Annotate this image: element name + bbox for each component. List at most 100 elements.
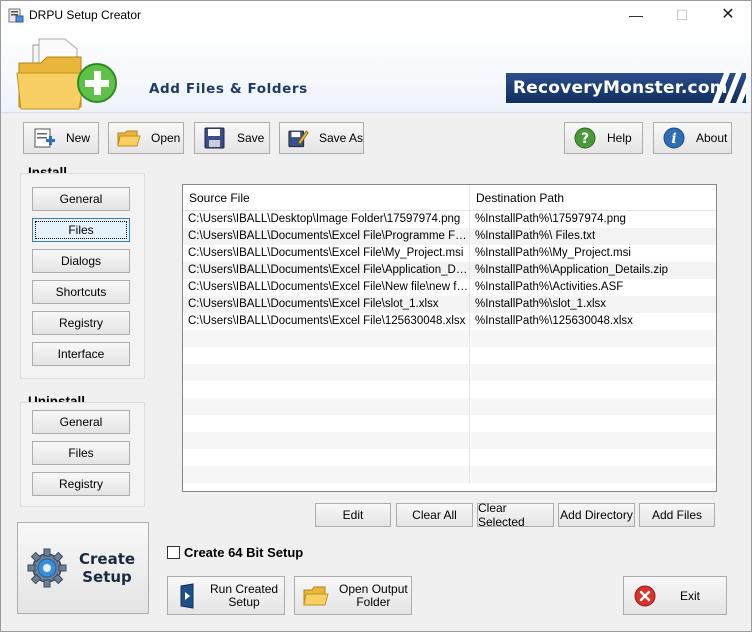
run-created-label-line2: Setup [228, 594, 260, 609]
destination-path-column-header[interactable]: Destination Path [470, 185, 716, 210]
exit-icon [634, 585, 656, 606]
destination-path-cell: %InstallPath%\Activities.ASF [475, 281, 624, 293]
empty-cell [470, 330, 716, 347]
gear-icon [27, 548, 67, 588]
install-shortcuts-button[interactable]: Shortcuts [32, 280, 130, 304]
open-button[interactable]: Open [108, 122, 184, 154]
file-list-rows: C:\Users\IBALL\Desktop\Image Folder\1759… [183, 211, 716, 483]
close-button[interactable]: ✕ [705, 1, 751, 29]
clear-selected-button[interactable]: Clear Selected [477, 501, 554, 529]
add-files-button[interactable]: Add Files [639, 503, 715, 527]
empty-row [183, 432, 716, 449]
add-directory-button[interactable]: Add Directory [558, 503, 635, 527]
install-files-button[interactable]: Files [32, 218, 130, 242]
empty-cell [470, 381, 716, 398]
window-title: DRPU Setup Creator [29, 8, 142, 22]
empty-row [183, 466, 716, 483]
destination-path-cell: %InstallPath%\17597974.png [475, 213, 626, 225]
empty-row [183, 347, 716, 364]
new-button[interactable]: New [23, 122, 99, 154]
empty-cell [470, 432, 716, 449]
save-as-label: Save As [318, 131, 363, 145]
open-output-folder-button[interactable]: Open Output Folder [294, 576, 412, 615]
exit-label: Exit [680, 588, 701, 603]
brand-text: RecoveryMonster.com [513, 78, 728, 98]
source-file-column-header[interactable]: Source File [183, 185, 470, 210]
file-list[interactable]: Source File Destination Path C:\Users\IB… [182, 184, 717, 492]
table-row[interactable]: C:\Users\IBALL\Documents\Excel File\1256… [183, 313, 716, 330]
save-as-button[interactable]: Save As [279, 122, 364, 154]
source-file-cell: C:\Users\IBALL\Documents\Excel File\slot… [183, 296, 470, 313]
run-setup-icon [180, 582, 194, 609]
table-row[interactable]: C:\Users\IBALL\Desktop\Image Folder\1759… [183, 211, 716, 228]
app-icon [8, 8, 24, 23]
run-created-label-line1: Run Created [210, 581, 279, 596]
empty-cell [470, 364, 716, 381]
help-label: Help [607, 131, 632, 145]
run-created-setup-button[interactable]: Run Created Setup [167, 576, 285, 615]
create-setup-button[interactable]: Create Setup [17, 522, 149, 614]
save-disk-icon [204, 127, 225, 149]
info-icon: i [663, 127, 685, 149]
table-row[interactable]: C:\Users\IBALL\Documents\Excel File\slot… [183, 296, 716, 313]
install-interface-button[interactable]: Interface [32, 342, 130, 366]
install-dialogs-button[interactable]: Dialogs [32, 249, 130, 273]
table-row[interactable]: C:\Users\IBALL\Documents\Excel File\Appl… [183, 262, 716, 279]
maximize-button[interactable]: ☐ [659, 1, 705, 29]
brand-logo: RecoveryMonster.com [506, 73, 746, 103]
save-button[interactable]: Save [194, 122, 270, 154]
minimize-button[interactable]: — [613, 1, 659, 29]
empty-cell [183, 449, 470, 466]
empty-row [183, 364, 716, 381]
new-document-icon [34, 128, 55, 148]
install-registry-button[interactable]: Registry [32, 311, 130, 335]
empty-row [183, 398, 716, 415]
source-file-cell: C:\Users\IBALL\Documents\Excel File\1256… [183, 313, 470, 330]
open-folder-icon [117, 130, 141, 147]
create-64bit-label: Create 64 Bit Setup [184, 545, 304, 560]
table-row[interactable]: C:\Users\IBALL\Documents\Excel File\Prog… [183, 228, 716, 245]
exit-button[interactable]: Exit [623, 576, 727, 615]
create-64bit-checkbox[interactable] [167, 546, 180, 559]
open-output-label-line2: Folder [356, 594, 391, 609]
install-general-button[interactable]: General [32, 187, 130, 211]
empty-row [183, 415, 716, 432]
uninstall-files-button[interactable]: Files [32, 441, 130, 465]
save-label: Save [237, 131, 265, 145]
uninstall-general-button[interactable]: General [32, 410, 130, 434]
table-row[interactable]: C:\Users\IBALL\Documents\Excel File\My_P… [183, 245, 716, 262]
source-file-cell: C:\Users\IBALL\Documents\Excel File\Appl… [183, 262, 470, 279]
add-folder-icon [16, 38, 117, 110]
empty-cell [470, 449, 716, 466]
header-banner: Add Files & Folders RecoveryMonster.com [1, 29, 751, 113]
new-label: New [66, 131, 91, 145]
source-file-cell: C:\Users\IBALL\Desktop\Image Folder\1759… [183, 211, 470, 228]
open-label: Open [151, 131, 181, 145]
empty-cell [183, 466, 470, 483]
output-folder-icon [303, 586, 329, 605]
create-setup-label-line1: Create [79, 550, 136, 568]
page-title: Add Files & Folders [149, 81, 308, 97]
clear-all-button[interactable]: Clear All [396, 503, 473, 527]
create-64bit-option[interactable]: Create 64 Bit Setup [167, 545, 303, 560]
table-row[interactable]: C:\Users\IBALL\Documents\Excel File\New … [183, 279, 716, 296]
empty-row [183, 330, 716, 347]
about-label: About [696, 131, 728, 145]
svg-text:?: ? [581, 131, 589, 147]
empty-cell [183, 347, 470, 364]
empty-cell [183, 432, 470, 449]
help-button[interactable]: ? Help [564, 122, 643, 154]
empty-row [183, 449, 716, 466]
file-list-header: Source File Destination Path [183, 185, 716, 211]
help-icon: ? [574, 127, 596, 149]
empty-cell [470, 415, 716, 432]
source-file-cell: C:\Users\IBALL\Documents\Excel File\Prog… [183, 228, 470, 245]
brand-stripes [712, 73, 746, 103]
edit-button[interactable]: Edit [315, 503, 391, 527]
empty-cell [183, 330, 470, 347]
destination-path-cell: %InstallPath%\Application_Details.zip [475, 264, 669, 276]
about-button[interactable]: i About [653, 122, 732, 154]
destination-path-cell: %InstallPath%\My_Project.msi [475, 247, 631, 259]
uninstall-registry-button[interactable]: Registry [32, 472, 130, 496]
open-output-label-line1: Open Output [339, 581, 408, 596]
